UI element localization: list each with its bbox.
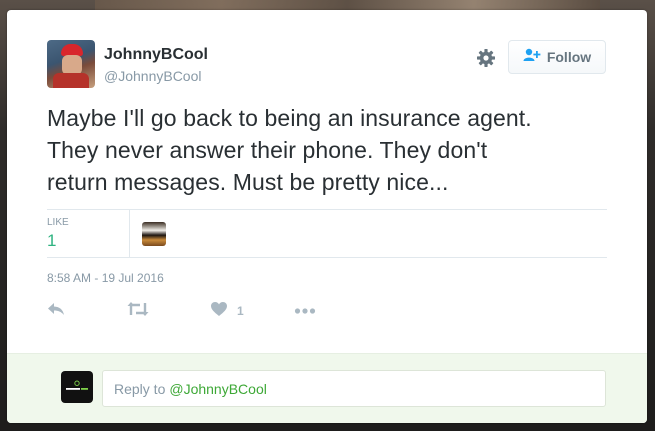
reply-icon (47, 301, 65, 322)
reply-action[interactable] (47, 299, 65, 323)
follow-button[interactable]: Follow (508, 40, 606, 74)
agency-logo-icon (66, 380, 88, 390)
reply-input[interactable]: Reply to @JohnnyBCool (102, 370, 606, 407)
like-stat-label: LIKE (47, 217, 69, 228)
reply-bar: Reply to @JohnnyBCool (7, 353, 647, 423)
background-photo-strip (95, 0, 600, 10)
like-action[interactable]: 1 (210, 299, 244, 323)
reply-input-prefix: Reply to (114, 380, 166, 397)
avatar-shirt (53, 73, 89, 88)
like-stat-count: 1 (47, 231, 57, 250)
current-user-avatar[interactable] (61, 371, 93, 403)
more-action[interactable] (294, 299, 316, 323)
retweet-action[interactable] (127, 299, 149, 323)
add-user-icon (523, 48, 541, 67)
liker-avatar[interactable] (142, 222, 166, 246)
retweet-icon (127, 301, 149, 322)
author-username[interactable]: @JohnnyBCool (104, 68, 202, 84)
gear-icon[interactable] (476, 48, 496, 68)
tweet-header: JohnnyBCool @JohnnyBCool Follow (7, 10, 647, 90)
like-stat[interactable]: LIKE 1 (47, 210, 130, 257)
author-display-name[interactable]: JohnnyBCool (104, 46, 208, 64)
tweet-stats: LIKE 1 (47, 209, 607, 258)
tweet-timestamp[interactable]: 8:58 AM - 19 Jul 2016 (47, 271, 164, 285)
reply-input-mention: @JohnnyBCool (169, 380, 267, 397)
like-action-count: 1 (237, 304, 244, 318)
heart-icon (210, 301, 228, 322)
follow-button-label: Follow (546, 49, 592, 65)
tweet-text: Maybe I'll go back to being an insurance… (47, 105, 532, 195)
author-avatar[interactable] (47, 40, 95, 88)
tweet-card: JohnnyBCool @JohnnyBCool Follow Maybe I'… (7, 10, 647, 423)
avatar-face (62, 55, 82, 75)
more-icon (294, 302, 316, 320)
